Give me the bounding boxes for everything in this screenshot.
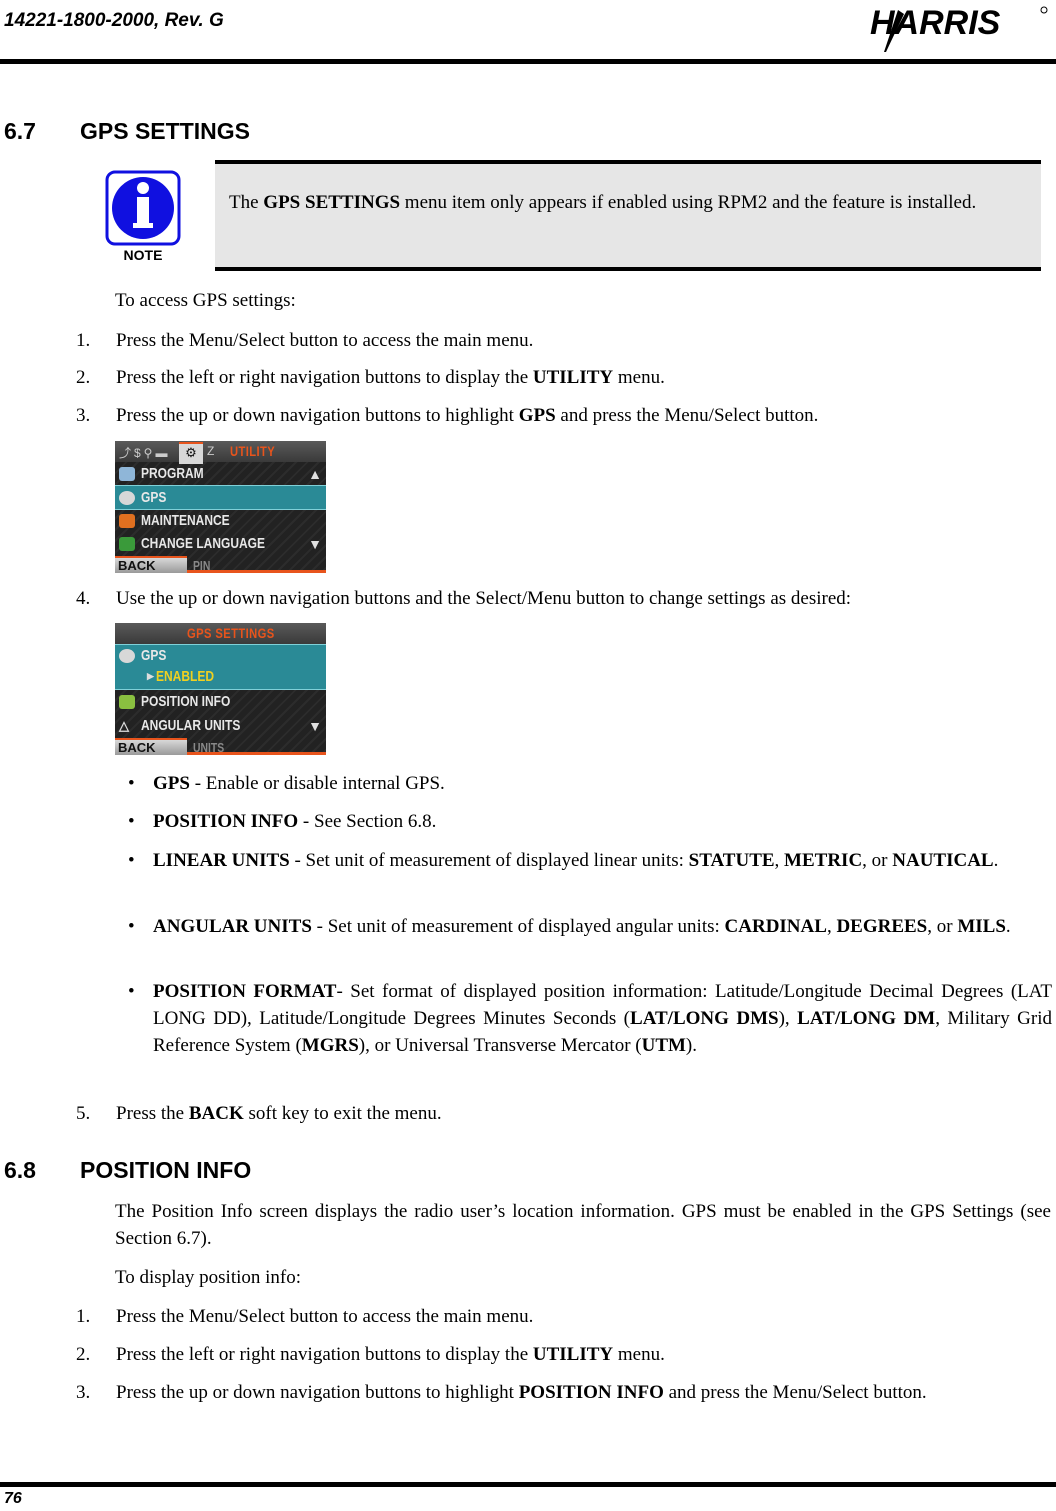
globe-icon — [119, 648, 135, 663]
menu-tab-icons: ⤴$⚲▬ — [119, 446, 171, 460]
bullet-item: • POSITION FORMAT- Set format of displaye… — [128, 981, 1053, 1056]
step-item: 1. Press the Menu/Select button to access… — [76, 1306, 534, 1327]
gear-icon: ⚙ — [179, 442, 203, 464]
softkey-back: BACK — [115, 556, 187, 573]
note-label: NOTE — [124, 247, 163, 263]
bullet-item: • POSITION INFO - See Section 6.8. — [128, 811, 437, 832]
step-item: 1. Press the Menu/Select button to access… — [76, 330, 534, 351]
globe-icon — [119, 490, 135, 505]
menu-row-gps: GPS — [115, 485, 326, 510]
note-box: The GPS SETTINGS menu item only appears … — [215, 160, 1041, 271]
page-number: 76 — [4, 1490, 22, 1507]
harris-logo: HARRIS — [870, 4, 1048, 52]
bullet-item: • ANGULAR UNITS - Set unit of measurement… — [128, 916, 1011, 937]
step-item: 3. Press the up or down navigation button… — [76, 405, 819, 426]
step-item: 5. Press the BACK soft key to exit the me… — [76, 1103, 442, 1124]
softkey-back: BACK — [115, 738, 187, 755]
info-note-icon: NOTE — [105, 170, 181, 263]
bullet-item: • LINEAR UNITS - Set unit of measurement … — [128, 850, 999, 871]
footer-rule — [0, 1482, 1056, 1487]
radio-screen-utility: ⤴$⚲▬ ⚙ Z UTILITY PROGRAM ▲ GPS MAINTENANC… — [115, 441, 326, 573]
softkey-right: PIN — [193, 558, 211, 573]
radio-screen-gps-settings: GPS SETTINGS GPS ▶ ENABLED POSITION INFO … — [115, 623, 326, 755]
wrench-icon — [119, 513, 135, 528]
step-item: 3. Press the up or down navigation button… — [76, 1382, 927, 1403]
world-map-icon — [119, 536, 135, 551]
menu-row-angular-units: △ ANGULAR UNITS ▼ — [119, 717, 322, 734]
tab-icon: Z — [207, 444, 215, 458]
map-icon — [119, 694, 135, 709]
intro-text: To display position info: — [115, 1267, 302, 1288]
gps-value-enabled: ▶ ENABLED — [147, 668, 214, 685]
scroll-up-arrow-icon: ▲ — [308, 465, 322, 482]
step-item: 2. Press the left or right navigation but… — [76, 1344, 665, 1365]
screen-title: GPS SETTINGS — [187, 625, 275, 641]
screen-title: UTILITY — [230, 443, 276, 459]
document-number: 14221-1800-2000, Rev. G — [4, 10, 224, 31]
caret-right-icon: ▶ — [147, 671, 154, 681]
angle-icon: △ — [119, 717, 129, 733]
section-heading-6-8: 6.8 POSITION INFO — [4, 1157, 252, 1183]
menu-row-change-language: CHANGE LANGUAGE ▼ — [115, 532, 326, 555]
header-rule — [0, 59, 1056, 64]
description-paragraph: The Position Info screen displays the ra… — [115, 1201, 1051, 1249]
menu-row-gps: GPS — [115, 644, 326, 667]
intro-text: To access GPS settings: — [115, 290, 296, 311]
menu-row-maintenance: MAINTENANCE — [115, 509, 326, 532]
scroll-down-arrow-icon: ▼ — [308, 717, 322, 734]
bullet-item: • GPS - Enable or disable internal GPS. — [128, 773, 445, 794]
step-item: 2. Press the left or right navigation but… — [76, 367, 665, 388]
step-item: 4. Use the up or down navigation buttons … — [76, 588, 852, 609]
section-heading-6-7: 6.7 GPS SETTINGS — [4, 118, 250, 144]
program-icon — [119, 466, 135, 481]
menu-row-program: PROGRAM ▲ — [115, 462, 326, 485]
scroll-down-arrow-icon: ▼ — [308, 535, 322, 552]
menu-row-position-info: POSITION INFO — [115, 690, 326, 713]
softkey-right: UNITS — [193, 740, 225, 755]
